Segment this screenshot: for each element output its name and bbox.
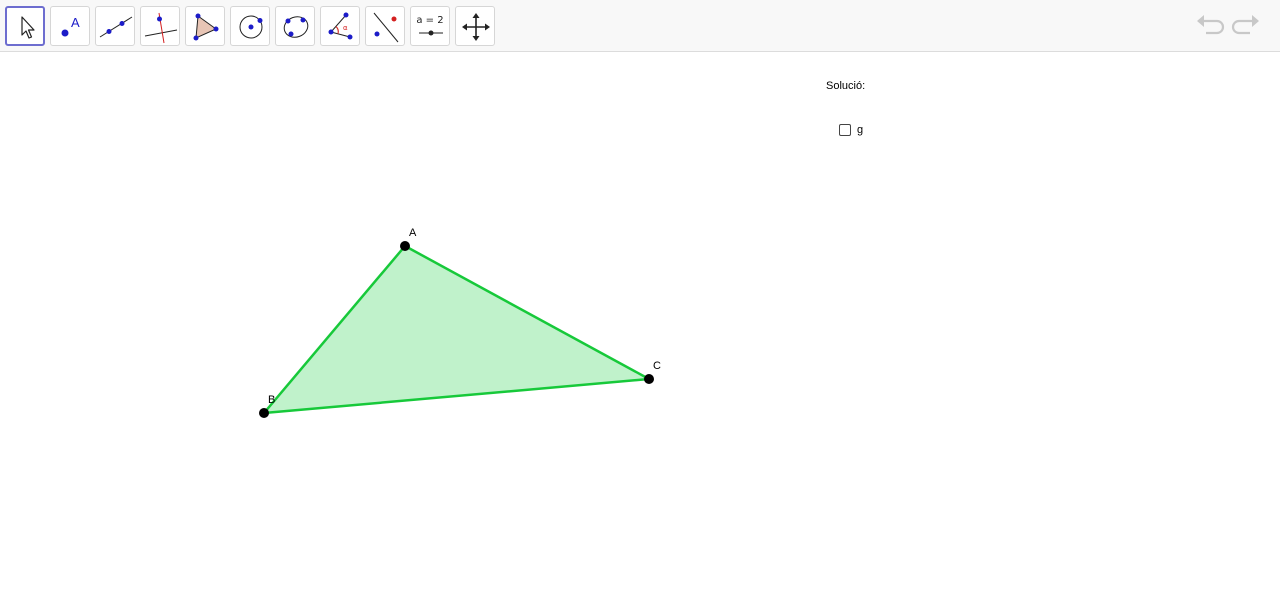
toolbar: A α a = 2 [0, 0, 1280, 52]
construction-canvas: A B C [259, 227, 661, 418]
circle-icon [239, 15, 263, 39]
undo-icon [1197, 15, 1225, 35]
svg-text:A: A [71, 15, 80, 30]
reflect-tool-button[interactable] [365, 6, 405, 46]
point-c-label: C [653, 360, 661, 372]
angle-icon: α [328, 12, 353, 40]
point-b[interactable] [259, 408, 269, 418]
point-c[interactable] [644, 374, 654, 384]
perpendicular-line-icon [144, 12, 178, 44]
triangle-abc[interactable] [264, 246, 649, 413]
graphics-view[interactable]: A B C [0, 53, 1280, 606]
move-tool-button[interactable] [5, 6, 45, 46]
point-tool-button[interactable]: A [50, 6, 90, 46]
line-tool-button[interactable] [95, 6, 135, 46]
point-b-label: B [268, 394, 275, 406]
circle-tool-button[interactable] [230, 6, 270, 46]
conic-icon [283, 16, 309, 38]
move-graphics-view-tool-button[interactable] [455, 6, 495, 46]
slider-tool-button[interactable]: a = 2 [410, 6, 450, 46]
polygon-icon [193, 13, 219, 41]
undo-button[interactable] [1194, 12, 1226, 40]
solution-label: Solució: [826, 80, 866, 92]
point-icon: A [61, 15, 80, 37]
point-a[interactable] [400, 241, 410, 251]
slider-icon [419, 30, 443, 36]
redo-icon [1231, 15, 1259, 35]
line-icon [99, 16, 133, 38]
conic-tool-button[interactable] [275, 6, 315, 46]
perpendicular-line-tool-button[interactable] [140, 6, 180, 46]
checkbox-label: g [857, 124, 864, 136]
move-arrows-icon [462, 13, 490, 41]
angle-tool-button[interactable]: α [320, 6, 360, 46]
polygon-tool-button[interactable] [185, 6, 225, 46]
redo-button[interactable] [1230, 12, 1262, 40]
svg-text:α: α [343, 24, 348, 32]
cursor-arrow-icon [21, 16, 35, 39]
point-a-label: A [409, 227, 417, 239]
checkbox-box[interactable] [839, 124, 851, 136]
reflect-about-line-icon [373, 12, 399, 43]
